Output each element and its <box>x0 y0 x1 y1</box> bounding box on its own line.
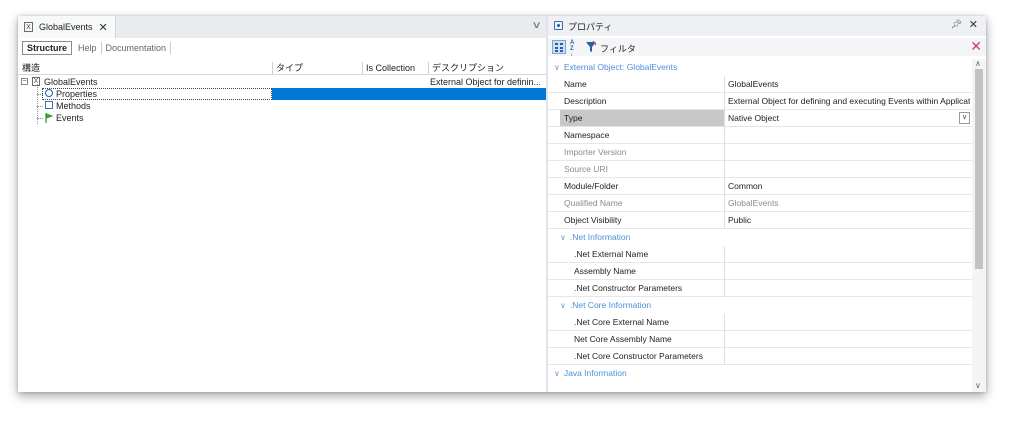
tree-row-events[interactable]: Events <box>18 112 546 124</box>
header-structure[interactable]: 構造 <box>20 62 40 74</box>
category-external-object[interactable]: ∨ External Object: GlobalEvents <box>548 59 972 76</box>
scroll-up-icon[interactable]: ∧ <box>975 59 981 68</box>
chevron-down-icon[interactable]: ∨ <box>554 59 560 76</box>
events-flag-icon <box>45 113 54 123</box>
property-name: Description <box>564 96 607 106</box>
methods-icon <box>45 101 53 109</box>
selected-row-highlight <box>272 88 546 100</box>
property-row-module-folder[interactable]: Module/Folder Common <box>548 178 972 195</box>
filter-label[interactable]: フィルタ <box>600 42 636 55</box>
property-row-namespace[interactable]: Namespace <box>548 127 972 144</box>
tree-row-root[interactable]: − X GlobalEvents External Object for def… <box>18 76 546 88</box>
chevron-down-icon[interactable]: ∨ <box>959 112 970 124</box>
header-is-collection[interactable]: Is Collection <box>364 62 415 74</box>
type-select[interactable]: Native Object <box>728 110 970 127</box>
property-row-net-external-name[interactable]: .Net External Name <box>548 246 972 263</box>
property-name: Object Visibility <box>564 215 622 225</box>
category-java-information[interactable]: ∨ Java Information <box>548 365 972 382</box>
tree-item-label: Properties <box>56 89 98 99</box>
document-tab-strip: X GlobalEvents ✕ ∨ <box>18 16 546 38</box>
property-row-net-core-external-name[interactable]: .Net Core External Name <box>548 314 972 331</box>
tree-item-label: Events <box>56 113 84 123</box>
editor-subtabs: Structure Help Documentation <box>18 40 172 56</box>
property-row-name[interactable]: Name GlobalEvents <box>548 76 972 93</box>
chevron-down-icon[interactable]: ∨ <box>560 229 566 246</box>
properties-pane: プロパティ 📌︎ ✕ A Z ↓ フィルタ ✕ ∨ External Object: … <box>548 16 986 392</box>
categorized-icon[interactable] <box>552 40 566 54</box>
document-tab-title: GlobalEvents <box>39 22 93 32</box>
property-name: .Net Constructor Parameters <box>574 283 683 293</box>
header-description[interactable]: デスクリプション <box>430 62 504 74</box>
chevron-down-icon[interactable]: ∨ <box>560 297 566 314</box>
root-description-cell: External Object for definin... <box>430 77 542 87</box>
category-label: Java Information <box>563 368 627 378</box>
property-row-description[interactable]: Description External Object for defining… <box>548 93 972 110</box>
scrollbar-thumb[interactable] <box>975 69 983 269</box>
pin-icon[interactable]: 📌︎ <box>951 19 962 30</box>
object-editor-pane: X GlobalEvents ✕ ∨ Structure Help Docume… <box>18 16 546 392</box>
category-net-information[interactable]: ∨ .Net Information <box>548 229 978 246</box>
collapse-toggle[interactable]: − <box>21 78 28 85</box>
tree-row-properties[interactable]: Properties <box>18 88 546 100</box>
property-value[interactable]: External Object for defining and executi… <box>728 93 970 110</box>
close-icon[interactable]: ✕ <box>99 21 108 34</box>
category-net-core-information[interactable]: ∨ .Net Core Information <box>548 297 978 314</box>
property-name: Namespace <box>564 130 610 140</box>
property-name: .Net Core External Name <box>574 317 669 327</box>
tree-row-methods[interactable]: Methods <box>18 100 546 112</box>
property-name: Name <box>564 79 587 89</box>
properties-icon <box>45 89 53 97</box>
category-label: External Object: GlobalEvents <box>563 62 678 72</box>
property-name: Importer Version <box>564 147 627 157</box>
tree-item-label: Methods <box>56 101 91 111</box>
property-row-source-uri[interactable]: Source URI <box>548 161 972 178</box>
property-row-type[interactable]: Type Native Object ∨ <box>548 110 972 127</box>
property-value[interactable]: Public <box>728 212 970 229</box>
external-object-icon: X <box>24 22 33 32</box>
property-value[interactable]: Common <box>728 178 970 195</box>
property-grid-scrollbar[interactable]: ∧ ∨ <box>972 59 986 392</box>
chevron-down-icon[interactable]: ∨ <box>531 20 541 31</box>
property-value: GlobalEvents <box>728 198 779 208</box>
property-row-net-constructor-parameters[interactable]: .Net Constructor Parameters <box>548 280 972 297</box>
document-tab-globalevents[interactable]: X GlobalEvents ✕ <box>18 16 116 38</box>
tab-documentation[interactable]: Documentation <box>102 42 172 54</box>
property-name: Module/Folder <box>564 181 619 191</box>
property-row-net-core-assembly-name[interactable]: Net Core Assembly Name <box>548 331 972 348</box>
category-label: .Net Information <box>569 232 631 242</box>
clear-filter-icon[interactable]: ✕ <box>970 39 982 53</box>
property-row-qualified-name[interactable]: Qualified Name GlobalEvents <box>548 195 972 212</box>
filter-icon[interactable] <box>585 40 597 54</box>
property-row-importer-version[interactable]: Importer Version <box>548 144 972 161</box>
property-name: Source URI <box>564 164 608 174</box>
properties-title: プロパティ <box>568 22 613 32</box>
tree-root-label: GlobalEvents <box>44 77 98 87</box>
scroll-down-icon[interactable]: ∨ <box>975 381 981 390</box>
property-name: Assembly Name <box>574 266 636 276</box>
properties-icon <box>554 21 563 30</box>
ide-window: X GlobalEvents ✕ ∨ Structure Help Docume… <box>18 16 986 392</box>
property-name: .Net External Name <box>574 249 649 259</box>
properties-title-bar: プロパティ 📌︎ ✕ <box>548 16 986 36</box>
property-row-assembly-name[interactable]: Assembly Name <box>548 263 972 280</box>
property-name: Type <box>564 113 583 123</box>
external-object-icon: X <box>32 77 40 86</box>
tab-structure[interactable]: Structure <box>22 41 73 55</box>
property-row-net-core-constructor-parameters[interactable]: .Net Core Constructor Parameters <box>548 348 972 365</box>
tab-help[interactable]: Help <box>74 42 102 54</box>
property-name: Net Core Assembly Name <box>574 334 672 344</box>
property-value[interactable]: GlobalEvents <box>728 76 970 93</box>
properties-toolbar: A Z ↓ フィルタ ✕ <box>548 38 986 58</box>
chevron-down-icon[interactable]: ∨ <box>554 365 560 382</box>
alphabetical-icon[interactable]: A Z ↓ <box>570 40 580 58</box>
close-icon[interactable]: ✕ <box>969 18 978 31</box>
property-name: Qualified Name <box>564 198 623 208</box>
structure-grid-header: 構造 タイプ Is Collection デスクリプション <box>18 62 546 75</box>
header-type[interactable]: タイプ <box>274 62 303 74</box>
property-name: .Net Core Constructor Parameters <box>574 351 703 361</box>
property-row-object-visibility[interactable]: Object Visibility Public <box>548 212 972 229</box>
category-label: .Net Core Information <box>569 300 652 310</box>
